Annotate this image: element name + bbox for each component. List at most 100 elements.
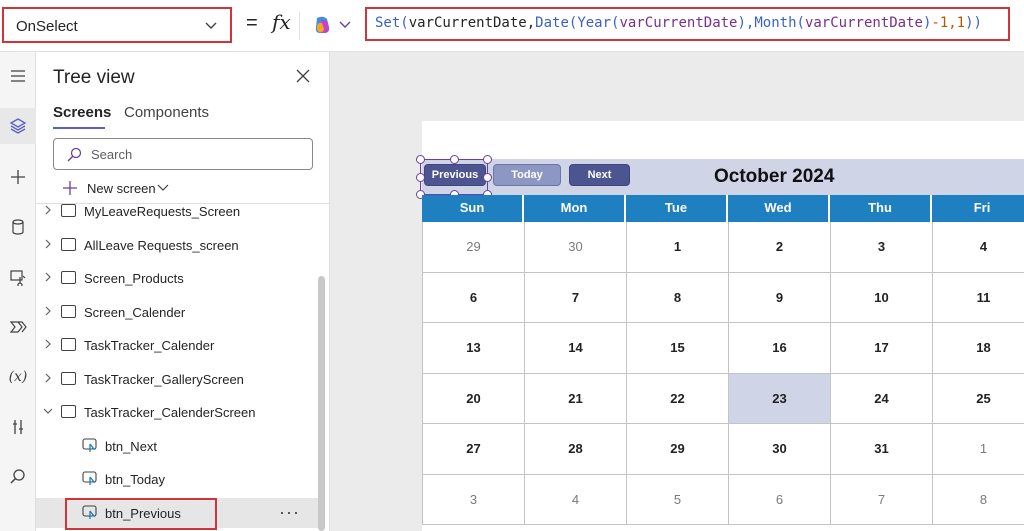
tree-item-label: Screen_Products [84, 271, 184, 286]
calendar-day-cell[interactable]: 5 [627, 474, 729, 525]
screen-icon [61, 371, 76, 385]
calendar-day-cell[interactable]: 4 [933, 222, 1024, 273]
calendar-day-cell[interactable]: 2 [729, 222, 831, 273]
resize-handle[interactable] [416, 173, 425, 182]
tree-control-item[interactable]: btn_Previous ··· [36, 497, 318, 530]
calendar-day-cell[interactable]: 10 [831, 272, 933, 323]
resize-handle[interactable] [416, 155, 425, 164]
screen-icon [61, 271, 76, 284]
resize-handle[interactable] [450, 155, 459, 164]
calendar-day-cell[interactable]: 21 [525, 373, 627, 424]
scrollbar[interactable] [318, 276, 325, 531]
chevron-right-icon[interactable] [43, 373, 53, 383]
tree-control-item[interactable]: btn_Next [36, 431, 318, 461]
tree-control-item[interactable]: btn_Today [36, 464, 318, 494]
plus-icon [63, 181, 77, 195]
formula-token: varCurrentDate [619, 15, 738, 31]
calendar-day-cell[interactable]: 9 [729, 272, 831, 323]
button-control-icon [82, 471, 97, 485]
screen-tree: MyLeaveRequests_Screen AllLeave Requests_… [36, 204, 318, 531]
calendar-day-cell[interactable]: 29 [627, 424, 729, 475]
plus-icon [11, 170, 25, 184]
power-automate-button[interactable] [0, 309, 36, 345]
calendar-day-cell[interactable]: 14 [525, 323, 627, 374]
variables-button[interactable]: (x) [0, 359, 36, 395]
weekday-header: Thu [830, 195, 931, 222]
calendar-day-cell[interactable]: 30 [729, 424, 831, 475]
calendar-day-cell[interactable]: 29 [423, 222, 525, 273]
today-button[interactable]: Today [493, 164, 561, 186]
resize-handle[interactable] [483, 173, 492, 182]
tree-screen-item[interactable]: MyLeaveRequests_Screen [36, 204, 318, 226]
tree-screen-item[interactable]: TaskTracker_CalenderScreen [36, 397, 318, 427]
copilot-chevron-icon[interactable] [338, 18, 352, 32]
layers-icon [9, 118, 27, 134]
chevron-down-icon[interactable] [43, 406, 53, 416]
search-rail-button[interactable] [0, 459, 36, 495]
tree-screen-item[interactable]: TaskTracker_Calender [36, 330, 318, 360]
calendar-day-cell[interactable]: 1 [933, 424, 1024, 475]
chevron-right-icon[interactable] [43, 272, 53, 282]
weekday-header: Fri [932, 195, 1024, 222]
screen-icon [61, 237, 76, 251]
calendar-day-cell[interactable]: 18 [933, 323, 1024, 374]
tree-view-button[interactable] [0, 108, 36, 144]
calendar-day-cell[interactable]: 8 [933, 475, 1024, 525]
chevron-right-icon[interactable] [43, 205, 53, 215]
calendar-day-cell[interactable]: 3 [423, 474, 525, 525]
calendar-day-cell[interactable]: 7 [831, 474, 933, 525]
tree-screen-item[interactable]: Screen_Products [36, 263, 318, 293]
chevron-right-icon[interactable] [43, 239, 53, 249]
tools-icon [13, 420, 23, 434]
calendar-day-cell[interactable]: 22 [627, 373, 729, 424]
tools-button[interactable] [0, 409, 36, 445]
calendar-day-cell[interactable]: 25 [933, 374, 1024, 424]
calendar-day-cell[interactable]: 31 [831, 424, 933, 475]
formula-token: )) [965, 15, 982, 31]
more-options-icon[interactable]: ··· [279, 502, 300, 523]
property-dropdown[interactable]: OnSelect [2, 7, 232, 43]
tab-screens[interactable]: Screens [53, 104, 111, 121]
calendar-day-cell[interactable]: 20 [423, 373, 525, 424]
calendar-day-cell[interactable]: 28 [525, 424, 627, 475]
calendar-day-cell[interactable]: 11 [933, 273, 1024, 323]
menu-button[interactable] [0, 58, 36, 94]
media-button[interactable] [0, 259, 36, 295]
calendar-day-cell[interactable]: 24 [831, 373, 933, 424]
tree-view-panel: Tree view Screens Components Search New … [36, 52, 330, 531]
tree-screen-item[interactable]: Screen_Calender [36, 297, 318, 327]
tab-components[interactable]: Components [124, 104, 209, 121]
calendar-day-cell[interactable]: 16 [729, 323, 831, 374]
copilot-icon[interactable] [312, 14, 334, 36]
calendar-day-cell[interactable]: 1 [627, 222, 729, 273]
calendar-day-cell[interactable]: 23 [729, 373, 831, 424]
calendar-day-cell[interactable]: 7 [525, 272, 627, 323]
search-input[interactable]: Search [53, 138, 313, 170]
calendar-day-cell[interactable]: 17 [831, 323, 933, 374]
calendar-day-cell[interactable]: 8 [627, 272, 729, 323]
fx-icon[interactable]: fx [272, 10, 291, 34]
calendar-day-cell[interactable]: 6 [423, 272, 525, 323]
new-screen-label: New screen [87, 181, 156, 196]
tree-screen-item[interactable]: TaskTracker_GalleryScreen [36, 364, 318, 394]
chevron-down-icon [157, 184, 169, 191]
formula-token: Set( [375, 15, 409, 31]
calendar-day-cell[interactable]: 30 [525, 222, 627, 273]
calendar-day-cell[interactable]: 4 [525, 474, 627, 525]
calendar-day-cell[interactable]: 13 [423, 323, 525, 374]
calendar-day-cell[interactable]: 27 [423, 424, 525, 475]
tree-screen-item[interactable]: AllLeave Requests_screen [36, 230, 318, 260]
menu-icon [11, 70, 25, 82]
chevron-right-icon[interactable] [43, 306, 53, 316]
close-icon[interactable] [295, 68, 311, 84]
next-button[interactable]: Next [569, 164, 630, 186]
data-button[interactable] [0, 209, 36, 245]
calendar-day-cell[interactable]: 6 [729, 474, 831, 525]
resize-handle[interactable] [483, 155, 492, 164]
calendar-day-cell[interactable]: 15 [627, 323, 729, 374]
calendar-day-cell[interactable]: 3 [831, 222, 933, 273]
chevron-right-icon[interactable] [43, 339, 53, 349]
formula-input[interactable]: Set(varCurrentDate,Date(Year(varCurrentD… [365, 7, 1010, 41]
screen-icon [61, 405, 76, 418]
insert-button[interactable] [0, 159, 36, 195]
